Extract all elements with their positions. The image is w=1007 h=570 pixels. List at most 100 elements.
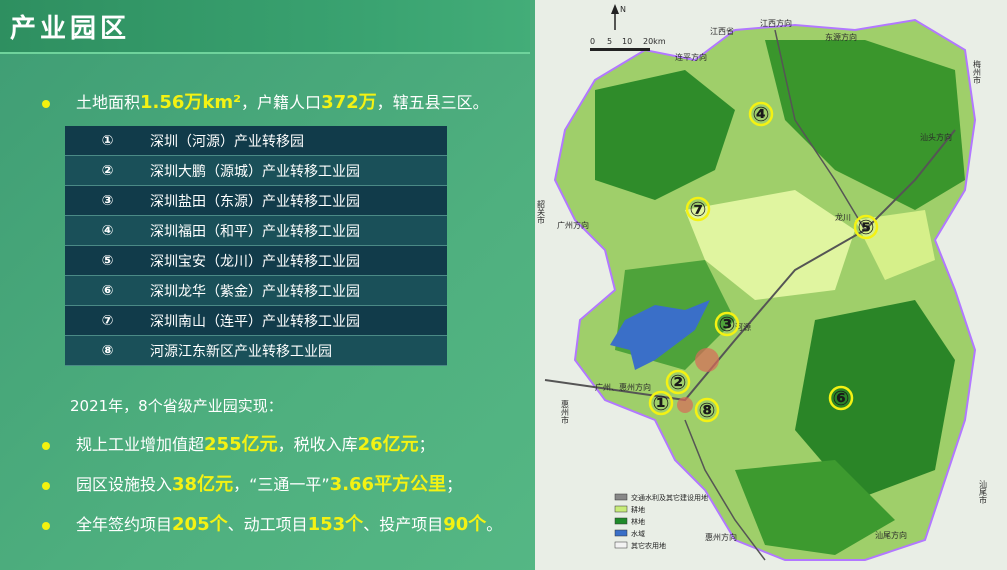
achievement-value: 3.66平方公里 bbox=[329, 474, 447, 495]
achievement-text: 规上工业增加值超 bbox=[76, 435, 205, 454]
bullet-dot bbox=[42, 481, 50, 490]
table-row: ① 深圳（河源）产业转移园 bbox=[65, 126, 447, 156]
achievement-text: ，“三通一平” bbox=[233, 475, 330, 494]
legend-swatch bbox=[614, 529, 628, 537]
park-name: 深圳（河源）产业转移园 bbox=[150, 126, 447, 156]
park-name: 深圳南山（连平）产业转移工业园 bbox=[150, 305, 447, 336]
scale-bar: 0 5 10 20km bbox=[590, 37, 666, 51]
map-legend: 交通水利及其它建设用地 耕地 林地 水域 其它农用地 bbox=[614, 493, 708, 550]
marker-label: ③ bbox=[719, 312, 736, 336]
bullet-dot bbox=[42, 521, 50, 530]
region-map: N 0 5 10 20km 江西省 江西方向 梅州市 韶关市 广州方向 惠州市 … bbox=[535, 0, 1007, 570]
achievement-text: ； bbox=[418, 435, 435, 454]
park-marker-1[interactable]: ① bbox=[648, 390, 674, 416]
park-marker-3[interactable]: ③ bbox=[714, 311, 740, 337]
map-svg: N 0 5 10 20km 江西省 江西方向 梅州市 韶关市 广州方向 惠州市 … bbox=[537, 4, 988, 561]
achievement-text: ，税收入库 bbox=[277, 435, 358, 454]
achievement-text: 。 bbox=[486, 515, 503, 534]
map-label: 惠州市 bbox=[561, 399, 570, 425]
scale-label: 0 bbox=[590, 37, 595, 46]
summary-text: 土地面积 bbox=[76, 93, 141, 112]
north-arrow: N bbox=[611, 4, 626, 30]
title-bar: 产业园区 bbox=[0, 0, 530, 54]
scale-label: 5 bbox=[607, 37, 612, 46]
legend-label: 水域 bbox=[631, 529, 645, 538]
map-label: 汕尾方向 bbox=[875, 530, 907, 540]
park-name: 深圳盐田（东源）产业转移工业园 bbox=[150, 185, 447, 216]
achievement-value: 153个 bbox=[307, 514, 364, 535]
legend-swatch bbox=[614, 493, 628, 501]
achievement-text: ； bbox=[446, 475, 463, 494]
marker-label: ① bbox=[653, 391, 670, 415]
legend-swatch bbox=[614, 517, 628, 525]
park-number: ⑦ bbox=[65, 305, 150, 336]
map-label: 龙川 bbox=[835, 212, 851, 222]
map-label: 广州方向 bbox=[557, 220, 589, 230]
achievement-value: 90个 bbox=[443, 514, 487, 535]
summary-text: ，辖五县三区。 bbox=[376, 93, 489, 112]
map-label: 广州、惠州方向 bbox=[595, 382, 651, 392]
achievement-value: 255亿元 bbox=[204, 434, 278, 455]
map-label: 汕头方向 bbox=[920, 132, 952, 142]
achievement-value: 38亿元 bbox=[172, 474, 234, 495]
park-number: ⑥ bbox=[65, 275, 150, 306]
park-name: 深圳宝安（龙川）产业转移工业园 bbox=[150, 245, 447, 276]
legend-swatch bbox=[614, 541, 628, 549]
page-title: 产业园区 bbox=[10, 14, 131, 44]
summary-line: 土地面积1.56万km²，户籍人口372万，辖五县三区。 bbox=[42, 88, 489, 114]
map-label: 梅州市 bbox=[973, 59, 982, 85]
table-row: ⑧ 河源江东新区产业转移工业园 bbox=[65, 335, 447, 366]
park-number: ③ bbox=[65, 185, 150, 216]
bullet-dot bbox=[42, 99, 50, 108]
park-number: ② bbox=[65, 155, 150, 186]
map-label: 江西方向 bbox=[760, 18, 792, 28]
map-label: 连平方向 bbox=[675, 52, 707, 62]
urban-area bbox=[695, 348, 719, 372]
achievement-text: 园区设施投入 bbox=[76, 475, 173, 494]
map-label: 汕尾市 bbox=[979, 479, 988, 505]
park-number: ④ bbox=[65, 215, 150, 246]
achievement-value: 205个 bbox=[172, 514, 228, 535]
achievement-text: 、投产项目 bbox=[363, 515, 444, 534]
park-name: 河源江东新区产业转移工业园 bbox=[150, 335, 447, 366]
summary-text: ，户籍人口 bbox=[241, 93, 322, 112]
park-number: ⑤ bbox=[65, 245, 150, 276]
legend-label: 耕地 bbox=[631, 505, 645, 514]
table-row: ③ 深圳盐田（东源）产业转移工业园 bbox=[65, 185, 447, 216]
park-marker-8[interactable]: ⑧ bbox=[694, 397, 720, 423]
legend-label: 林地 bbox=[631, 517, 645, 526]
table-row: ⑥ 深圳龙华（紫金）产业转移工业园 bbox=[65, 275, 447, 306]
map-label: 韶关市 bbox=[537, 199, 546, 225]
achievement-text: 、动工项目 bbox=[227, 515, 308, 534]
marker-label: ⑤ bbox=[858, 215, 875, 239]
legend-label: 交通水利及其它建设用地 bbox=[631, 493, 708, 502]
achievement-line: 规上工业增加值超255亿元，税收入库26亿元； bbox=[42, 430, 435, 456]
map-label: 江西省 bbox=[710, 26, 734, 36]
table-row: ② 深圳大鹏（源城）产业转移工业园 bbox=[65, 155, 447, 186]
park-marker-6[interactable]: ⑥ bbox=[828, 385, 854, 411]
bullet-dot bbox=[42, 441, 50, 450]
park-name: 深圳大鹏（源城）产业转移工业园 bbox=[150, 155, 447, 186]
north-label: N bbox=[620, 5, 626, 14]
park-marker-7[interactable]: ⑦ bbox=[685, 196, 711, 222]
achievement-value: 26亿元 bbox=[357, 434, 419, 455]
table-row: ⑤ 深圳宝安（龙川）产业转移工业园 bbox=[65, 245, 447, 276]
marker-label: ⑧ bbox=[699, 398, 716, 422]
park-name: 深圳龙华（紫金）产业转移工业园 bbox=[150, 275, 447, 306]
scale-label: 20km bbox=[643, 37, 666, 46]
marker-label: ④ bbox=[753, 102, 770, 126]
achievements-intro: 2021年，8个省级产业园实现： bbox=[70, 397, 283, 415]
map-label: 东源方向 bbox=[825, 32, 857, 42]
park-marker-4[interactable]: ④ bbox=[748, 101, 774, 127]
achievement-text: 全年签约项目 bbox=[76, 515, 173, 534]
park-marker-2[interactable]: ② bbox=[665, 369, 691, 395]
park-marker-5[interactable]: ⑤ bbox=[853, 214, 879, 240]
urban-area bbox=[677, 397, 693, 413]
park-name: 深圳福田（和平）产业转移工业园 bbox=[150, 215, 447, 246]
park-number: ① bbox=[65, 126, 150, 156]
scale-label: 10 bbox=[622, 37, 632, 46]
achievement-line: 全年签约项目205个、动工项目153个、投产项目90个。 bbox=[42, 510, 502, 536]
map-label: 惠州方向 bbox=[705, 532, 737, 542]
table-row: ④ 深圳福田（和平）产业转移工业园 bbox=[65, 215, 447, 246]
legend-swatch bbox=[614, 505, 628, 513]
